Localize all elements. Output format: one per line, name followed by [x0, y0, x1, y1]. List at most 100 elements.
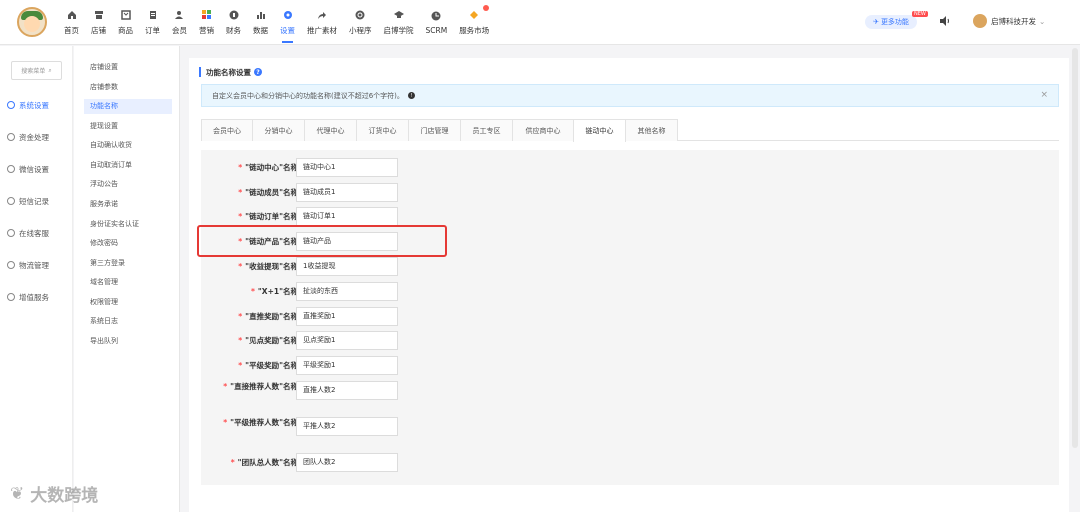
level-referral-count-input[interactable]: 平推人数2 [296, 417, 398, 436]
watermark-logo-icon: ❦ [10, 483, 25, 504]
sidebar-item-label: 物流管理 [19, 260, 49, 270]
user-avatar [973, 14, 987, 28]
close-icon[interactable]: × [1040, 90, 1048, 100]
sidebar-item-online-service[interactable]: 在线客服 [7, 226, 49, 240]
tab-store-management[interactable]: 门店管理 [408, 119, 461, 141]
subnav-item-id-verify[interactable]: 身份证实名认证 [84, 217, 172, 232]
home-icon [66, 10, 77, 21]
team-total-count-input[interactable]: 团队人数2 [296, 453, 398, 472]
form-row: * "直接推荐人数"名称: 直推人数2 [201, 381, 501, 401]
field-label: * "见点奖励"名称: [238, 336, 301, 345]
market-icon [469, 10, 480, 21]
subnav-item-function-names[interactable]: 功能名称 [84, 99, 172, 114]
subnav-item-third-party-login[interactable]: 第三方登录 [84, 256, 172, 271]
tab-link-center[interactable]: 链动中心 [573, 119, 626, 142]
subnav-item-domain[interactable]: 域名管理 [84, 275, 172, 290]
chevron-down-icon: ⌄ [1039, 16, 1046, 26]
x-plus-one-name-input[interactable]: 扯淡的东西 [296, 282, 398, 301]
subnav-item-store-params[interactable]: 店铺参数 [84, 80, 172, 95]
tab-supplier-center[interactable]: 供应商中心 [512, 119, 574, 141]
nav-label: 财务 [226, 25, 241, 35]
sidebar-item-logistics[interactable]: 物流管理 [7, 258, 49, 272]
main-nav: 首页 店铺 商品 订单 会员 营销 财务 数据 设置 推广素材 小程序 启博学院… [58, 0, 495, 45]
truck-icon [7, 261, 15, 269]
tab-agent-center[interactable]: 代理中心 [304, 119, 357, 141]
nav-miniapp[interactable]: 小程序 [343, 0, 378, 45]
subnav-item-permissions[interactable]: 权限管理 [84, 295, 172, 310]
nav-order[interactable]: 订单 [139, 0, 166, 45]
link-member-name-input[interactable]: 链动成员1 [296, 183, 398, 202]
subnav-item-withdraw-settings[interactable]: 提现设置 [84, 119, 172, 134]
nav-marketing[interactable]: 营销 [193, 0, 220, 45]
nav-label: 服务市场 [459, 25, 490, 35]
sidebar-item-wechat[interactable]: 微信设置 [7, 162, 49, 176]
menu-search-input[interactable]: 搜索菜单 ⌕ [11, 61, 62, 80]
nav-label: 会员 [172, 25, 187, 35]
nav-store[interactable]: 店铺 [85, 0, 112, 45]
more-features-button[interactable]: ✈ 更多功能 [865, 15, 917, 29]
sidebar-item-sms[interactable]: 短信记录 [7, 194, 49, 208]
subnav-item-export-queue[interactable]: 导出队列 [84, 334, 172, 349]
section-title: 功能名称设置 ? [199, 67, 262, 77]
nav-academy[interactable]: 启博学院 [378, 0, 420, 45]
form-row: * "链动成员"名称: 链动成员1 [201, 183, 501, 203]
direct-reward-name-input[interactable]: 直推奖励1 [296, 307, 398, 326]
subnav-item-float-notice[interactable]: 浮动公告 [84, 177, 172, 192]
nav-market[interactable]: 服务市场 [453, 0, 495, 45]
page-scrollbar[interactable] [1072, 48, 1078, 448]
subnav-item-auto-confirm[interactable]: 自动确认收货 [84, 138, 172, 153]
sidebar-item-label: 资金处理 [19, 132, 49, 142]
link-order-name-input[interactable]: 链动订单1 [296, 207, 398, 226]
top-bar: 首页 店铺 商品 订单 会员 营销 财务 数据 设置 推广素材 小程序 启博学院… [0, 0, 1080, 45]
nav-label: SCRM [425, 25, 448, 35]
data-icon [255, 10, 266, 21]
academy-icon [393, 10, 404, 21]
subnav-item-store-settings[interactable]: 店铺设置 [84, 60, 172, 75]
gear-icon [7, 101, 15, 109]
subnav-item-change-password[interactable]: 修改密码 [84, 236, 172, 251]
direct-referral-count-input[interactable]: 直推人数2 [296, 381, 398, 400]
search-placeholder: 搜索菜单 [21, 68, 46, 75]
user-menu[interactable]: 启博科技开发 ⌄ [973, 14, 1045, 28]
logo-avatar[interactable] [17, 7, 47, 37]
tab-other-names[interactable]: 其他名称 [625, 119, 678, 141]
store-icon [93, 10, 104, 21]
nav-label: 启博学院 [383, 25, 414, 35]
nav-label: 营销 [199, 25, 214, 35]
nav-scrm[interactable]: SCRM [420, 0, 454, 45]
nav-goods[interactable]: 商品 [112, 0, 139, 45]
nav-member[interactable]: 会员 [166, 0, 193, 45]
new-badge: NEW [912, 11, 928, 17]
chat-icon [7, 229, 15, 237]
nav-share[interactable]: 推广素材 [301, 0, 343, 45]
nav-label: 商品 [118, 25, 133, 35]
withdraw-name-input[interactable]: 1收益提现 [296, 257, 398, 276]
mail-icon [7, 197, 15, 205]
subnav-item-system-log[interactable]: 系统日志 [84, 314, 172, 329]
subnav-item-auto-cancel[interactable]: 自动取消订单 [84, 158, 172, 173]
nav-settings[interactable]: 设置 [274, 0, 301, 45]
speaker-icon[interactable] [939, 15, 951, 27]
more-features-label: 更多功能 [880, 18, 909, 26]
tab-distribution-center[interactable]: 分销中心 [252, 119, 305, 141]
sidebar-item-value-added[interactable]: 增值服务 [7, 290, 49, 304]
finance-icon [228, 10, 239, 21]
nav-home[interactable]: 首页 [58, 0, 85, 45]
tab-member-center[interactable]: 会员中心 [201, 119, 253, 141]
help-icon[interactable]: ? [254, 68, 262, 76]
tab-ordering-center[interactable]: 订货中心 [356, 119, 409, 141]
nav-label: 推广素材 [307, 25, 337, 35]
nav-finance[interactable]: 财务 [220, 0, 247, 45]
settings-subnav: 店铺设置 店铺参数 功能名称 提现设置 自动确认收货 自动取消订单 浮动公告 服… [74, 46, 180, 512]
tab-staff-zone[interactable]: 员工专区 [460, 119, 513, 141]
share-icon [317, 10, 328, 21]
link-center-name-input[interactable]: 链动中心1 [296, 158, 398, 177]
sidebar-item-system-settings[interactable]: 系统设置 [7, 98, 49, 112]
member-icon [174, 10, 185, 21]
level-reward-name-input[interactable]: 平级奖励1 [296, 356, 398, 375]
subnav-item-service-promise[interactable]: 服务承诺 [84, 197, 172, 212]
sidebar-item-funds[interactable]: 资金处理 [7, 130, 49, 144]
nav-data[interactable]: 数据 [247, 0, 274, 45]
point-reward-name-input[interactable]: 见点奖励1 [296, 331, 398, 350]
sidebar-item-label: 增值服务 [19, 292, 49, 302]
